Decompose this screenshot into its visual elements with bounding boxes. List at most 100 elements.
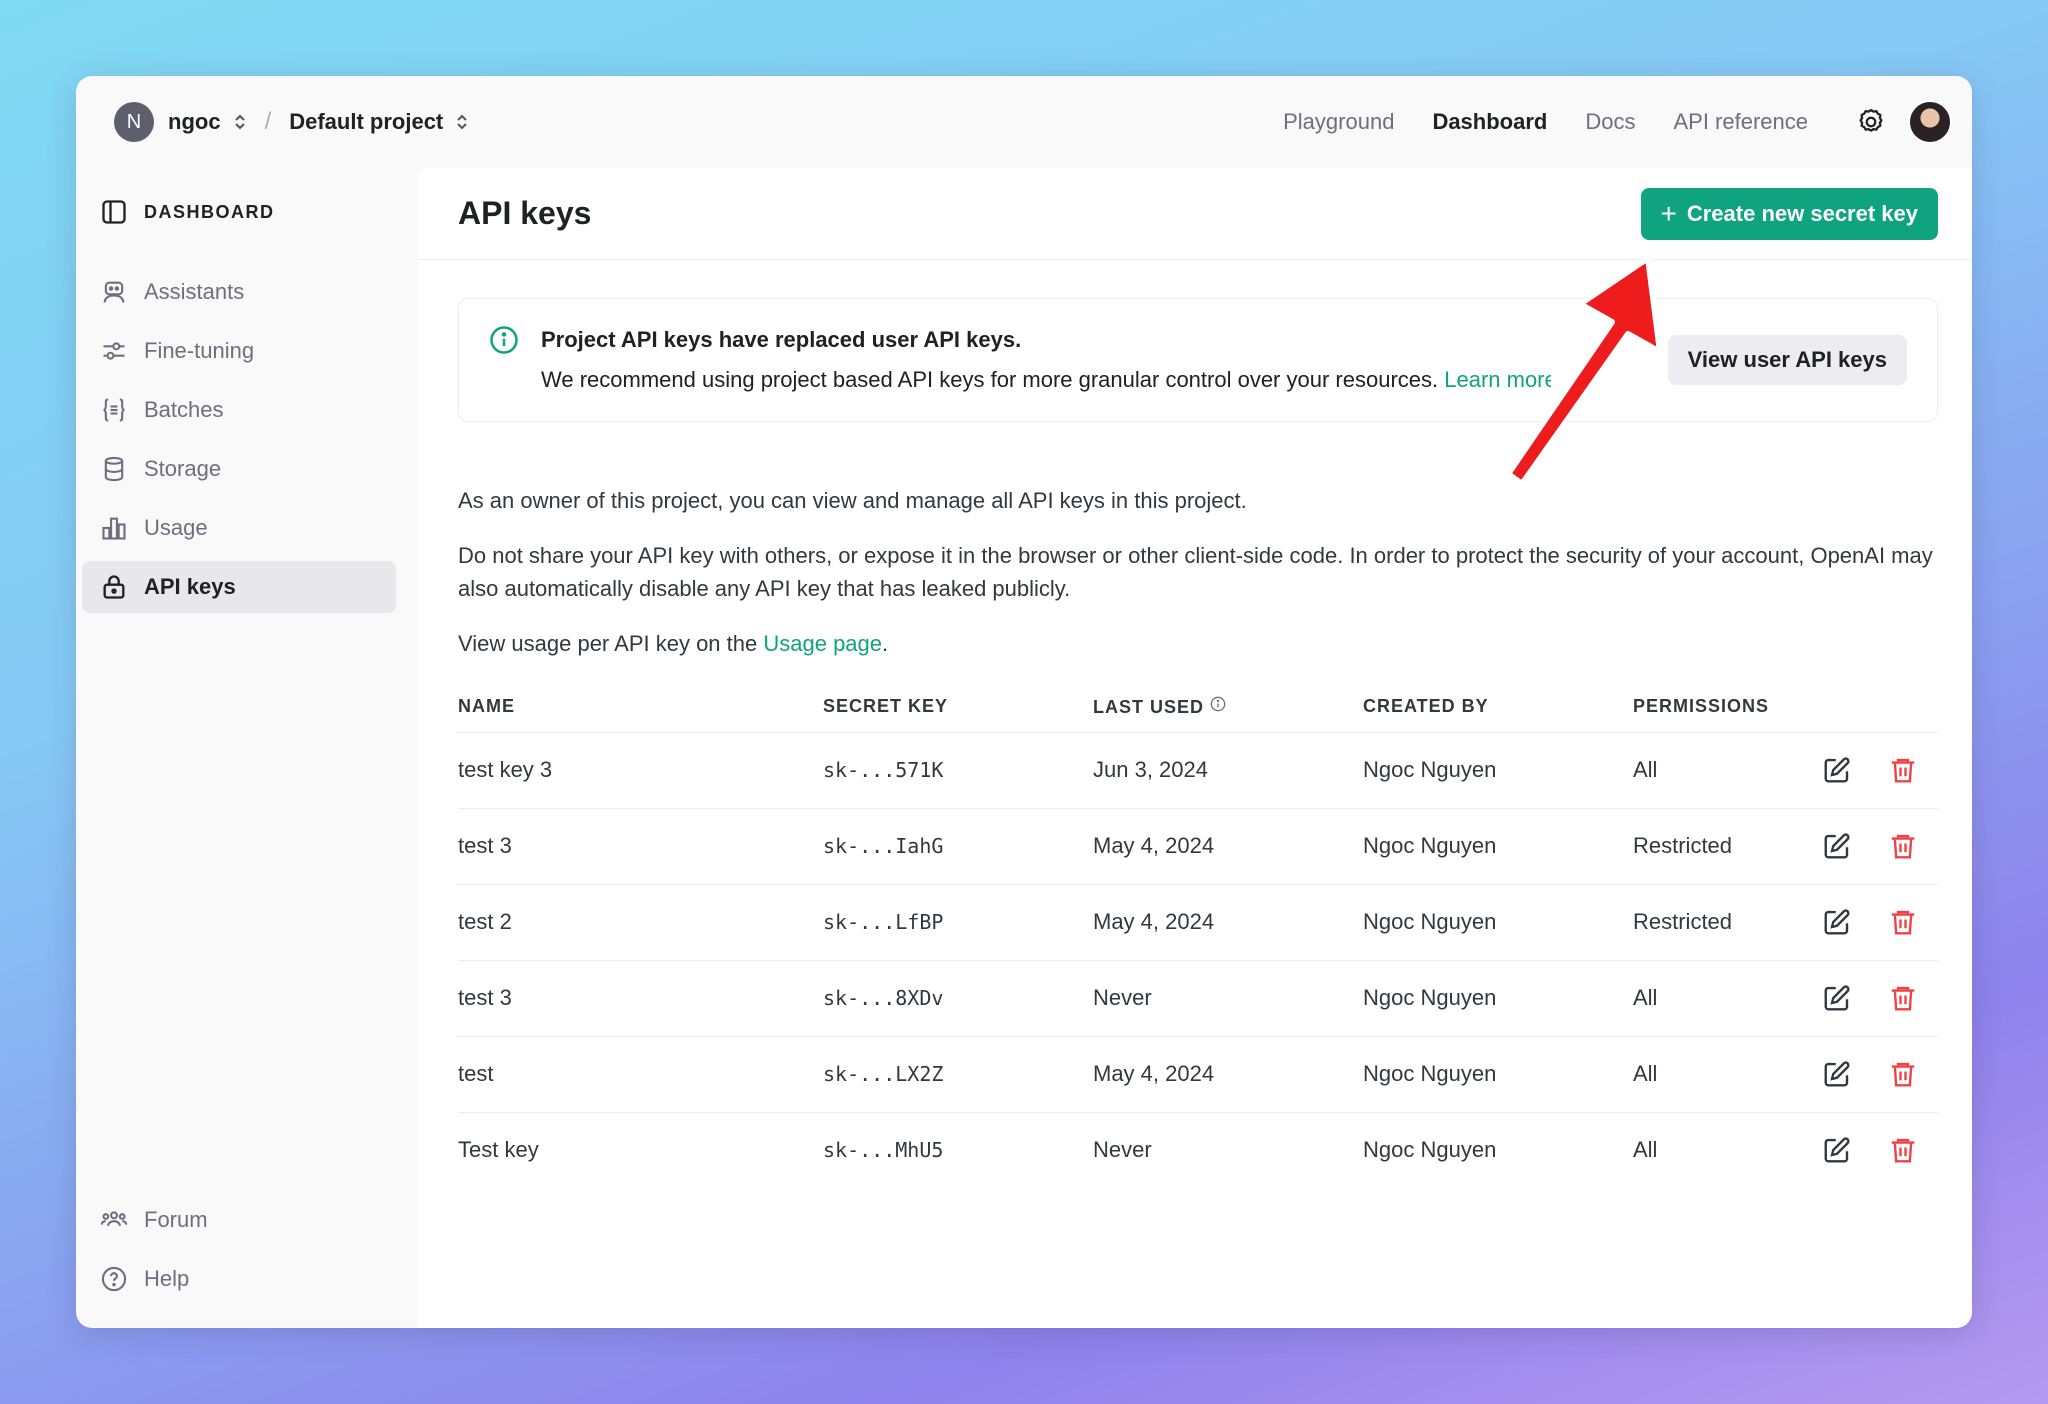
sidebar-item-storage[interactable]: Storage [82,443,396,495]
last-used: Jun 3, 2024 [1093,732,1363,809]
sidebar-item-label: Storage [144,456,222,481]
usage-note-prefix: View usage per API key on the [458,631,764,656]
nav-playground[interactable]: Playground [1283,109,1394,135]
view-user-api-keys-button[interactable]: View user API keys [1667,335,1907,385]
key-name: test [458,1036,823,1113]
org-avatar[interactable]: N [114,102,154,142]
usage-note: View usage per API key on the Usage page… [458,627,1938,660]
sidebar-footer: Forum Help [76,1187,416,1312]
top-bar: N ngoc / Default project Playground Dash… [76,76,1972,168]
sidebar-item-help[interactable]: Help [82,1253,396,1305]
trash-icon[interactable] [1888,1059,1918,1089]
bar-chart-icon [102,517,126,540]
created-by: Ngoc Nguyen [1363,1036,1633,1113]
key-name: Test key [458,1137,539,1163]
secret-key: sk-...IahG [823,808,1093,885]
last-used: Never [1093,1137,1152,1163]
secret-key: sk-...MhU5 [823,1138,944,1163]
last-used: May 4, 2024 [1093,808,1363,885]
created-by: Ngoc Nguyen [1363,808,1633,885]
column-header-created-by: CREATED BY [1363,682,1633,733]
org-name[interactable]: ngoc [168,109,221,135]
edit-icon[interactable] [1822,755,1852,785]
column-header-last-used: LAST USED [1093,682,1363,733]
sidebar-item-usage[interactable]: Usage [82,502,396,554]
info-icon[interactable] [1210,696,1226,712]
nav-api-reference[interactable]: API reference [1673,109,1808,135]
sidebar-item-fine-tuning[interactable]: Fine-tuning [82,325,396,377]
sidebar-item-api-keys[interactable]: API keys [82,561,396,613]
learn-more-link[interactable]: Learn more [1444,367,1551,392]
edit-icon[interactable] [1822,831,1852,861]
last-used: May 4, 2024 [1093,1036,1363,1113]
banner-body-text: We recommend using project based API key… [541,367,1445,392]
permissions: All [1633,1036,1803,1113]
chevron-updown-icon[interactable] [233,112,247,132]
create-secret-key-label: Create new secret key [1686,200,1918,226]
created-by: Ngoc Nguyen [1363,1137,1497,1163]
last-used: May 4, 2024 [1093,884,1363,961]
trash-icon[interactable] [1888,983,1918,1013]
sidebar-item-forum[interactable]: Forum [82,1194,396,1246]
key-name: test 3 [458,808,823,885]
edit-icon[interactable] [1822,1135,1852,1165]
key-name: test 3 [458,960,823,1037]
key-name: test key 3 [458,732,823,809]
nav-dashboard[interactable]: Dashboard [1432,109,1547,135]
sidebar-toggle-icon[interactable] [100,198,128,226]
sidebar-item-label: Assistants [144,279,245,304]
trash-icon[interactable] [1888,907,1918,937]
table-row: test 3 sk-...IahG May 4, 2024 Ngoc Nguyen Re… [458,808,1938,885]
main-content: API keys + Create new secret key Project… [418,168,1972,1328]
help-icon [101,1266,127,1292]
permissions: Restricted [1633,884,1803,961]
people-icon [100,1211,128,1226]
app-window: N ngoc / Default project Playground Dash… [76,76,1972,1328]
sidebar-item-batches[interactable]: Batches [82,384,396,436]
project-name[interactable]: Default project [289,109,443,135]
column-header-secret-key: SECRET KEY [823,682,1093,733]
owner-description: As an owner of this project, you can vie… [458,488,1247,513]
sidebar: DASHBOARD Assistants Fine-tuning Batches [76,168,416,1328]
sliders-icon [103,342,125,360]
secret-key: sk-...8XDv [823,960,1093,1037]
page-header: API keys + Create new secret key [418,168,1972,260]
sidebar-item-label: Usage [144,515,208,540]
info-banner: Project API keys have replaced user API … [458,298,1938,422]
created-by: Ngoc Nguyen [1363,960,1633,1037]
edit-icon[interactable] [1822,1059,1852,1089]
edit-icon[interactable] [1822,983,1852,1013]
row-actions [1803,808,1938,885]
banner-title: Project API keys have replaced user API … [541,327,1022,352]
trash-icon[interactable] [1888,755,1918,785]
row-actions [1803,1036,1938,1113]
avatar[interactable] [1908,100,1952,144]
permissions: Restricted [1633,808,1803,885]
braces-icon [103,398,125,422]
key-name: test 2 [458,884,823,961]
table-row: test 2 sk-...LfBP May 4, 2024 Ngoc Nguyen Re… [458,884,1938,961]
sidebar-item-label: Fine-tuning [144,338,255,363]
created-by: Ngoc Nguyen [1363,884,1633,961]
sidebar-item-label: Batches [144,397,224,422]
breadcrumb-separator: / [264,108,272,135]
sidebar-item-assistants[interactable]: Assistants [82,266,396,318]
chevron-updown-icon[interactable] [455,112,469,132]
banner-body: We recommend using project based API key… [541,360,1551,400]
sidebar-header: DASHBOARD [76,168,416,256]
table-row: test sk-...LX2Z May 4, 2024 Ngoc Nguyen All [458,1036,1938,1113]
column-header-last-used-label: LAST USED [1093,696,1205,717]
secret-key: sk-...LX2Z [823,1036,1093,1113]
top-nav: Playground Dashboard Docs API reference [1283,107,1886,137]
gear-icon[interactable] [1856,107,1886,137]
trash-icon[interactable] [1888,831,1918,861]
edit-icon[interactable] [1822,907,1852,937]
nav-docs[interactable]: Docs [1585,109,1635,135]
secret-key: sk-...LfBP [823,884,1093,961]
created-by: Ngoc Nguyen [1363,732,1633,809]
usage-page-link[interactable]: Usage page [763,631,882,656]
create-secret-key-button[interactable]: + Create new secret key [1640,187,1938,240]
permissions: All [1633,732,1803,809]
trash-icon[interactable] [1888,1135,1918,1165]
sidebar-item-label: Forum [144,1207,208,1232]
